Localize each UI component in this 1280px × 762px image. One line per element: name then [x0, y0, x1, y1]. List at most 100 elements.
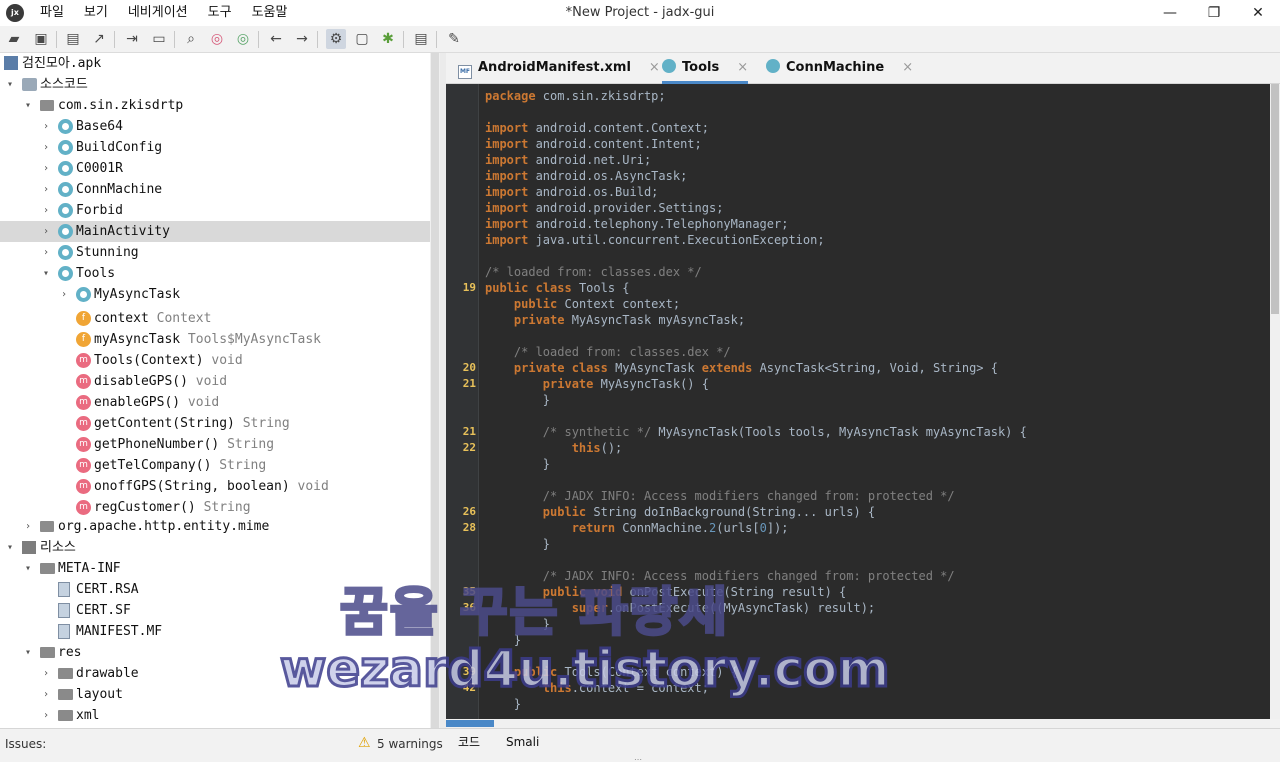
code-line[interactable]: /* loaded from: classes.dex */ — [485, 264, 702, 280]
find-usage-icon[interactable]: ◎ — [207, 29, 227, 49]
code-line[interactable]: public Tools(Context context) { — [485, 664, 738, 680]
tree-node[interactable]: › xml — [0, 705, 430, 726]
tab-androidmanifest-xml[interactable]: MF AndroidManifest.xml × — [458, 53, 660, 84]
code-editor[interactable]: 19 20 21 21 22 26 28 35 36 39 42 package com.sin.z… — [446, 84, 1270, 719]
tree-node[interactable]: CERT.RSA — [0, 579, 430, 600]
menu-item-2[interactable]: 네비게이션 — [118, 0, 198, 26]
editor-vertical-scrollbar[interactable] — [1270, 84, 1280, 719]
code-line[interactable]: /* loaded from: classes.dex */ — [485, 344, 731, 360]
code-line[interactable]: private class MyAsyncTask extends AsyncT… — [485, 360, 998, 376]
editor-horizontal-scrollbar[interactable] — [446, 719, 1270, 728]
tree-node[interactable]: ▾ res — [0, 642, 430, 663]
chevron-down-icon[interactable]: ▾ — [22, 558, 34, 579]
tree-node[interactable]: ▾ com.sin.zkisdrtp — [0, 95, 430, 116]
tab-tools[interactable]: Tools × — [662, 53, 749, 84]
code-line[interactable]: } — [485, 456, 550, 472]
chevron-right-icon[interactable]: › — [40, 663, 52, 684]
tree-node[interactable]: m disableGPS() void — [0, 371, 430, 392]
code-line[interactable]: public void onPostExecute(String result)… — [485, 584, 846, 600]
back-arrow-icon[interactable]: ← — [266, 29, 286, 49]
code-line[interactable]: import java.util.concurrent.ExecutionExc… — [485, 232, 825, 248]
chevron-right-icon[interactable]: › — [22, 516, 34, 537]
tab-code[interactable]: 코드 — [458, 729, 480, 755]
tree-node[interactable]: MANIFEST.MF — [0, 621, 430, 642]
code-line[interactable]: return ConnMachine.2(urls[0]); — [485, 520, 789, 536]
tab-connmachine[interactable]: ConnMachine × — [766, 53, 913, 84]
chevron-right-icon[interactable]: › — [58, 284, 70, 305]
tree-scrollbar[interactable] — [430, 53, 440, 728]
tree-node[interactable]: m getPhoneNumber() String — [0, 434, 430, 455]
tree-node[interactable]: › Base64 — [0, 116, 430, 137]
code-line[interactable]: this.context = context; — [485, 680, 709, 696]
menu-item-4[interactable]: 도움말 — [242, 0, 298, 26]
chevron-right-icon[interactable]: › — [40, 684, 52, 705]
close-tab-icon[interactable]: × — [902, 60, 913, 75]
save-icon[interactable]: ▤ — [63, 29, 83, 49]
chevron-down-icon[interactable]: ▾ — [22, 642, 34, 663]
chevron-right-icon[interactable]: › — [40, 158, 52, 179]
code-line[interactable]: } — [485, 536, 550, 552]
menu-item-1[interactable]: 보기 — [74, 0, 118, 26]
tree-node[interactable]: m getContent(String) String — [0, 413, 430, 434]
tree-node[interactable]: › layout — [0, 684, 430, 705]
tree-node[interactable]: 검진모아.apk — [0, 53, 430, 74]
chevron-down-icon[interactable]: ▾ — [4, 537, 16, 558]
maximize-button[interactable]: ❐ — [1192, 0, 1236, 26]
decompile-icon[interactable]: ▢ — [352, 29, 372, 49]
forward-arrow-icon[interactable]: → — [292, 29, 312, 49]
code-line[interactable]: } — [485, 616, 550, 632]
tree-node[interactable]: f context Context — [0, 308, 430, 329]
tree-node[interactable]: › MyAsyncTask — [0, 284, 430, 305]
chevron-down-icon[interactable]: ▾ — [22, 95, 34, 116]
code-line[interactable]: public String doInBackground(String... u… — [485, 504, 875, 520]
editor-scrollbar-thumb[interactable] — [1271, 84, 1279, 314]
resize-grip-icon[interactable]: ⋯ — [634, 755, 643, 762]
project-tree[interactable]: 검진모아.apk ▾ 소스코드 ▾ com.sin.zkisdrtp › Base64 › Bu… — [0, 53, 430, 728]
code-line[interactable]: /* synthetic */ MyAsyncTask(Tools tools,… — [485, 424, 1027, 440]
close-tab-icon[interactable]: × — [649, 60, 660, 75]
code-line[interactable]: import android.os.AsyncTask; — [485, 168, 687, 184]
chevron-down-icon[interactable]: ▾ — [4, 74, 16, 95]
code-line[interactable]: /* JADX INFO: Access modifiers changed f… — [485, 568, 955, 584]
code-line[interactable]: import android.telephony.TelephonyManage… — [485, 216, 788, 232]
code-line[interactable]: public Context context; — [485, 296, 680, 312]
tree-node[interactable]: m Tools(Context) void — [0, 350, 430, 371]
tree-node[interactable]: ▾ META-INF — [0, 558, 430, 579]
folder-icon[interactable]: ▭ — [149, 29, 169, 49]
search-icon[interactable]: ⌕ — [181, 29, 201, 49]
warnings-count[interactable]: 5 warnings — [377, 729, 443, 759]
menu-item-3[interactable]: 도구 — [198, 0, 242, 26]
debug-icon[interactable]: ✱ — [378, 29, 398, 49]
tree-node[interactable]: › C0001R — [0, 158, 430, 179]
tree-node[interactable]: › ConnMachine — [0, 179, 430, 200]
code-line[interactable]: super.onPostExecute((MyAsyncTask) result… — [485, 600, 875, 616]
code-line[interactable]: /* JADX INFO: Access modifiers changed f… — [485, 488, 955, 504]
close-tab-icon[interactable]: × — [737, 60, 748, 75]
chevron-right-icon[interactable]: › — [40, 200, 52, 221]
code-line[interactable]: this(); — [485, 440, 623, 456]
tree-node[interactable]: › org.apache.http.entity.mime — [0, 516, 430, 537]
open-file-icon[interactable]: ▰ — [4, 29, 24, 49]
tab-smali[interactable]: Smali — [506, 729, 539, 755]
tree-node[interactable]: › drawable — [0, 663, 430, 684]
tree-node[interactable]: › MainActivity — [0, 221, 430, 242]
chevron-down-icon[interactable]: ▾ — [40, 263, 52, 284]
code-line[interactable]: import android.content.Intent; — [485, 136, 702, 152]
tree-node[interactable]: m onoffGPS(String, boolean) void — [0, 476, 430, 497]
tree-node[interactable]: m regCustomer() String — [0, 497, 430, 518]
tree-scrollbar-thumb[interactable] — [431, 53, 439, 728]
tree-node[interactable]: ▾ Tools — [0, 263, 430, 284]
tree-node[interactable]: ▾ 리소스 — [0, 537, 430, 558]
chevron-right-icon[interactable]: › — [40, 137, 52, 158]
find-icon[interactable]: ◎ — [233, 29, 253, 49]
chevron-right-icon[interactable]: › — [40, 179, 52, 200]
close-window-button[interactable]: ✕ — [1236, 0, 1280, 26]
code-line[interactable]: } — [485, 696, 521, 712]
tree-node[interactable]: f myAsyncTask Tools$MyAsyncTask — [0, 329, 430, 350]
tree-node[interactable]: ▾ 소스코드 — [0, 74, 430, 95]
tree-node[interactable]: › BuildConfig — [0, 137, 430, 158]
settings-wrench-icon[interactable]: ✎ — [444, 29, 464, 49]
chevron-right-icon[interactable]: › — [40, 221, 52, 242]
sync-icon[interactable]: ⇥ — [122, 29, 142, 49]
tree-node[interactable]: m enableGPS() void — [0, 392, 430, 413]
